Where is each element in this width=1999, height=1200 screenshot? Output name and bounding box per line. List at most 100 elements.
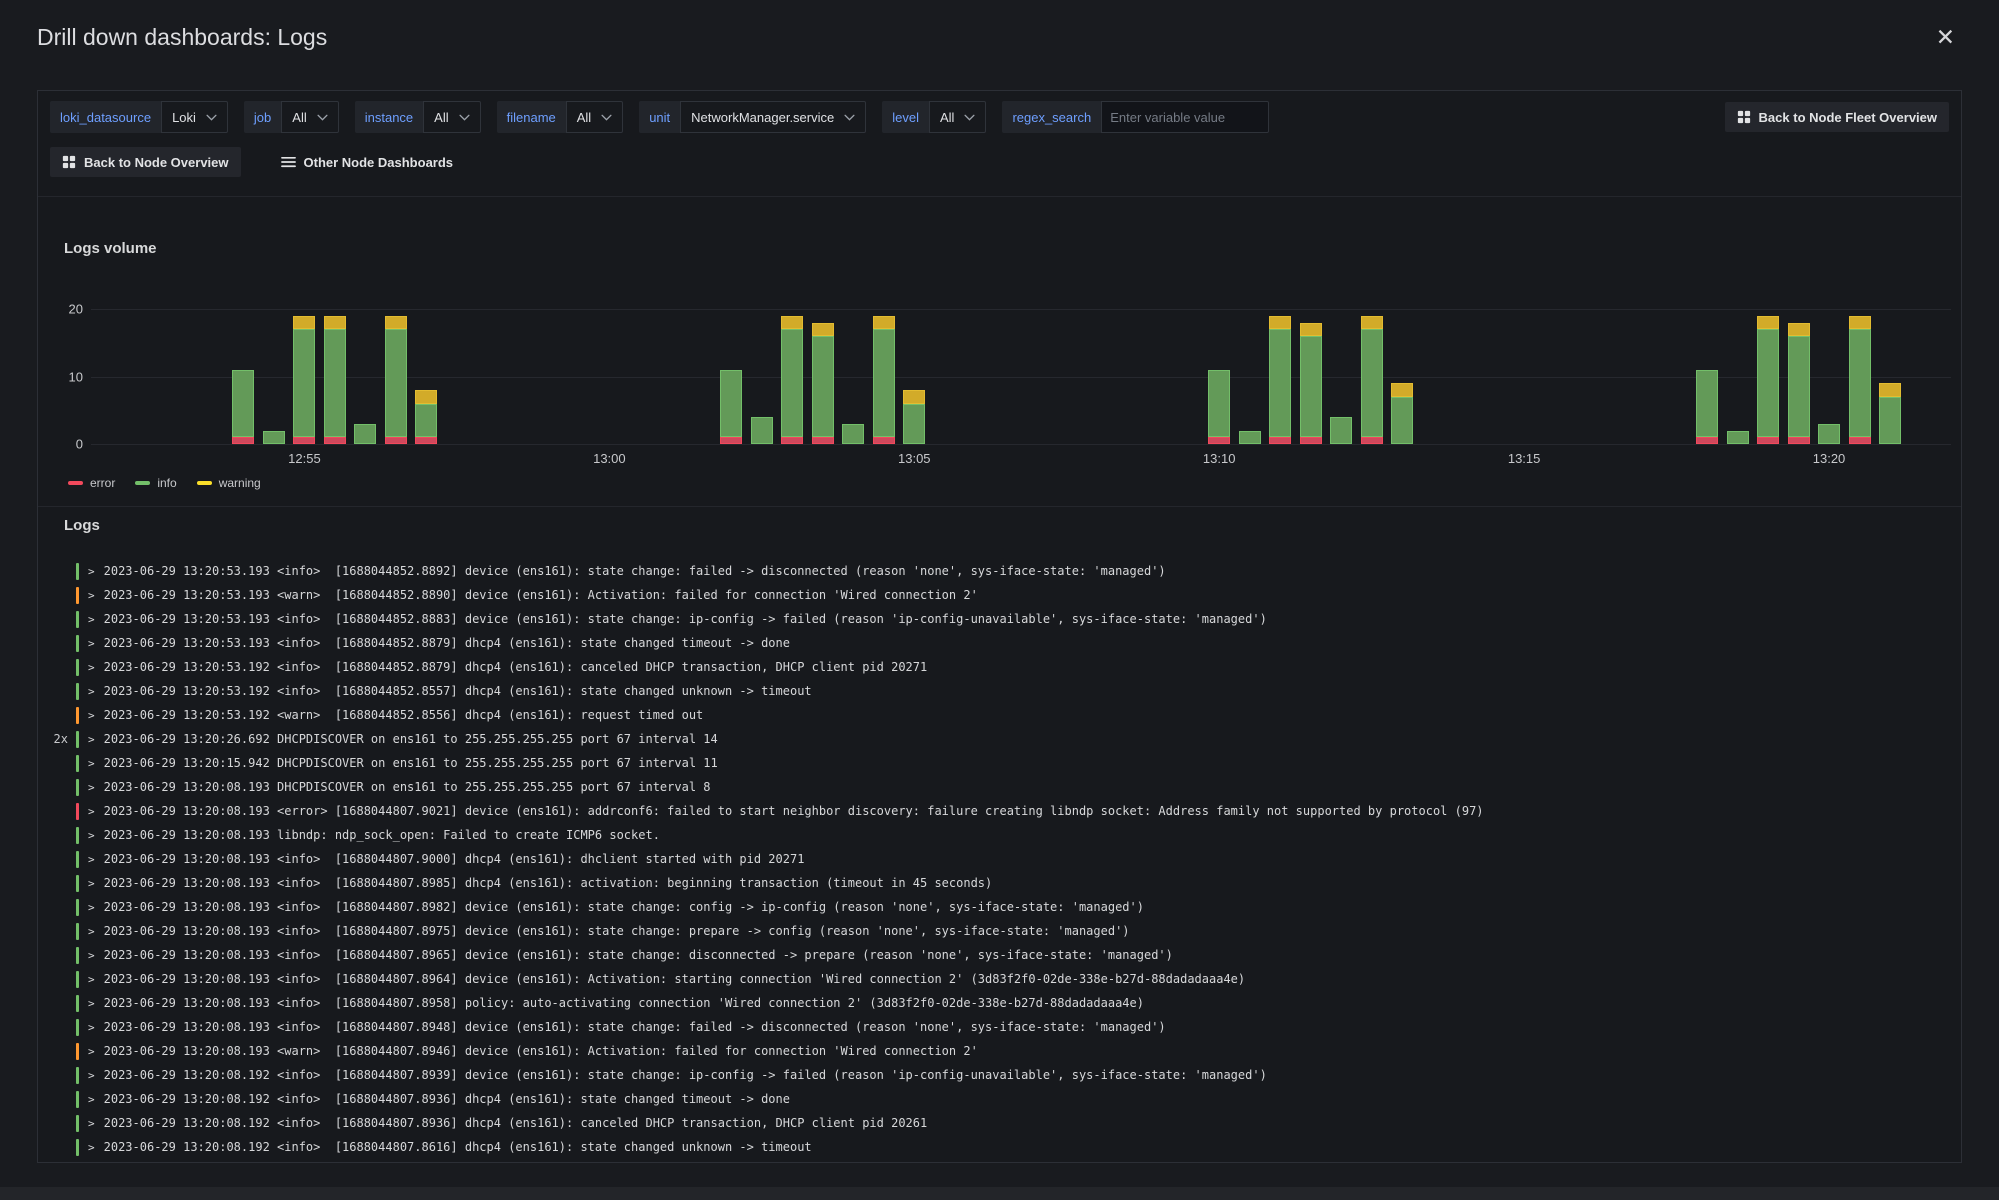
volume-bar-info[interactable] [293, 329, 315, 437]
expand-arrow-icon[interactable]: > [88, 877, 95, 890]
volume-bar-info[interactable] [1208, 370, 1230, 438]
expand-arrow-icon[interactable]: > [88, 565, 95, 578]
log-row[interactable]: >2023-06-29 13:20:15.942 DHCPDISCOVER on… [38, 751, 1961, 775]
expand-arrow-icon[interactable]: > [88, 973, 95, 986]
expand-arrow-icon[interactable]: > [88, 589, 95, 602]
expand-arrow-icon[interactable]: > [88, 757, 95, 770]
log-row[interactable]: >2023-06-29 13:20:53.193 <info> [1688044… [38, 607, 1961, 631]
volume-bar-info[interactable] [1300, 336, 1322, 437]
volume-bar-error[interactable] [385, 437, 407, 444]
expand-arrow-icon[interactable]: > [88, 661, 95, 674]
volume-bar-info[interactable] [1391, 397, 1413, 444]
volume-bar-warning[interactable] [1391, 383, 1413, 397]
legend-item-error[interactable]: error [68, 476, 115, 490]
volume-bar-error[interactable] [781, 437, 803, 444]
volume-bar-error[interactable] [1788, 437, 1810, 444]
volume-bar-info[interactable] [751, 417, 773, 444]
volume-bar-warning[interactable] [324, 316, 346, 330]
expand-arrow-icon[interactable]: > [88, 949, 95, 962]
volume-bar-error[interactable] [1696, 437, 1718, 444]
volume-bar-error[interactable] [720, 437, 742, 444]
log-row[interactable]: >2023-06-29 13:20:08.193 <info> [1688044… [38, 991, 1961, 1015]
volume-bar-info[interactable] [1361, 329, 1383, 437]
volume-bar-info[interactable] [720, 370, 742, 438]
volume-bar-info[interactable] [842, 424, 864, 444]
log-row[interactable]: >2023-06-29 13:20:08.193 DHCPDISCOVER on… [38, 775, 1961, 799]
expand-arrow-icon[interactable]: > [88, 1045, 95, 1058]
log-row[interactable]: >2023-06-29 13:20:08.192 <info> [1688044… [38, 1063, 1961, 1087]
variable-input-regex_search[interactable] [1101, 101, 1269, 133]
log-row[interactable]: >2023-06-29 13:20:53.193 <warn> [1688044… [38, 583, 1961, 607]
expand-arrow-icon[interactable]: > [88, 901, 95, 914]
log-row[interactable]: >2023-06-29 13:20:08.193 libndp: ndp_soc… [38, 823, 1961, 847]
volume-bar-info[interactable] [903, 404, 925, 445]
expand-arrow-icon[interactable]: > [88, 733, 95, 746]
volume-bar-error[interactable] [1208, 437, 1230, 444]
volume-bar-error[interactable] [812, 437, 834, 444]
volume-bar-info[interactable] [873, 329, 895, 437]
close-icon[interactable]: ✕ [1936, 26, 1955, 49]
legend-item-info[interactable]: info [135, 476, 176, 490]
volume-bar-info[interactable] [1696, 370, 1718, 438]
volume-bar-info[interactable] [263, 431, 285, 445]
volume-bar-warning[interactable] [1757, 316, 1779, 330]
volume-bar-info[interactable] [1757, 329, 1779, 437]
log-row[interactable]: >2023-06-29 13:20:08.193 <error> [168804… [38, 799, 1961, 823]
volume-bar-error[interactable] [1269, 437, 1291, 444]
volume-bar-info[interactable] [1269, 329, 1291, 437]
volume-bar-info[interactable] [781, 329, 803, 437]
log-row[interactable]: >2023-06-29 13:20:53.192 <warn> [1688044… [38, 703, 1961, 727]
volume-bar-info[interactable] [232, 370, 254, 438]
volume-bar-warning[interactable] [1361, 316, 1383, 330]
volume-bar-error[interactable] [293, 437, 315, 444]
volume-bar-error[interactable] [415, 437, 437, 444]
volume-bar-warning[interactable] [873, 316, 895, 330]
volume-bar-warning[interactable] [1788, 323, 1810, 337]
volume-bar-info[interactable] [1239, 431, 1261, 445]
log-row[interactable]: >2023-06-29 13:20:08.193 <info> [1688044… [38, 871, 1961, 895]
volume-bar-warning[interactable] [1849, 316, 1871, 330]
volume-bar-info[interactable] [1727, 431, 1749, 445]
variable-select-job[interactable]: All [281, 101, 338, 133]
variable-select-unit[interactable]: NetworkManager.service [680, 101, 866, 133]
volume-bar-info[interactable] [415, 404, 437, 438]
volume-bar-info[interactable] [385, 329, 407, 437]
expand-arrow-icon[interactable]: > [88, 1093, 95, 1106]
variable-select-filename[interactable]: All [566, 101, 623, 133]
variable-select-level[interactable]: All [929, 101, 986, 133]
variable-select-instance[interactable]: All [423, 101, 480, 133]
log-row[interactable]: >2023-06-29 13:20:08.193 <info> [1688044… [38, 847, 1961, 871]
expand-arrow-icon[interactable]: > [88, 1021, 95, 1034]
expand-arrow-icon[interactable]: > [88, 829, 95, 842]
volume-bar-warning[interactable] [1269, 316, 1291, 330]
log-row[interactable]: 2x>2023-06-29 13:20:26.692 DHCPDISCOVER … [38, 727, 1961, 751]
volume-bar-warning[interactable] [385, 316, 407, 330]
volume-bar-info[interactable] [1818, 424, 1840, 444]
expand-arrow-icon[interactable]: > [88, 709, 95, 722]
volume-bar-info[interactable] [1879, 397, 1901, 444]
log-row[interactable]: >2023-06-29 13:20:53.192 <info> [1688044… [38, 655, 1961, 679]
back-to-node-overview-button[interactable]: Back to Node Overview [50, 147, 241, 177]
volume-bar-error[interactable] [1757, 437, 1779, 444]
log-row[interactable]: >2023-06-29 13:20:53.193 <info> [1688044… [38, 559, 1961, 583]
volume-bar-info[interactable] [812, 336, 834, 437]
log-row[interactable]: >2023-06-29 13:20:08.193 <info> [1688044… [38, 919, 1961, 943]
volume-bar-error[interactable] [324, 437, 346, 444]
log-row[interactable]: >2023-06-29 13:20:08.192 <info> [1688044… [38, 1135, 1961, 1159]
expand-arrow-icon[interactable]: > [88, 1069, 95, 1082]
expand-arrow-icon[interactable]: > [88, 1117, 95, 1130]
volume-bar-warning[interactable] [293, 316, 315, 330]
expand-arrow-icon[interactable]: > [88, 805, 95, 818]
volume-bar-info[interactable] [1330, 417, 1352, 444]
log-row[interactable]: >2023-06-29 13:20:53.192 <info> [1688044… [38, 679, 1961, 703]
legend-item-warning[interactable]: warning [197, 476, 261, 490]
log-row[interactable]: >2023-06-29 13:20:08.193 <warn> [1688044… [38, 1039, 1961, 1063]
expand-arrow-icon[interactable]: > [88, 997, 95, 1010]
log-row[interactable]: >2023-06-29 13:20:08.193 <info> [1688044… [38, 895, 1961, 919]
volume-bar-info[interactable] [354, 424, 376, 444]
log-row[interactable]: >2023-06-29 13:20:08.193 <info> [1688044… [38, 943, 1961, 967]
log-row[interactable]: >2023-06-29 13:20:08.193 <info> [1688044… [38, 967, 1961, 991]
expand-arrow-icon[interactable]: > [88, 781, 95, 794]
log-row[interactable]: >2023-06-29 13:20:08.192 <info> [1688044… [38, 1087, 1961, 1111]
expand-arrow-icon[interactable]: > [88, 613, 95, 626]
